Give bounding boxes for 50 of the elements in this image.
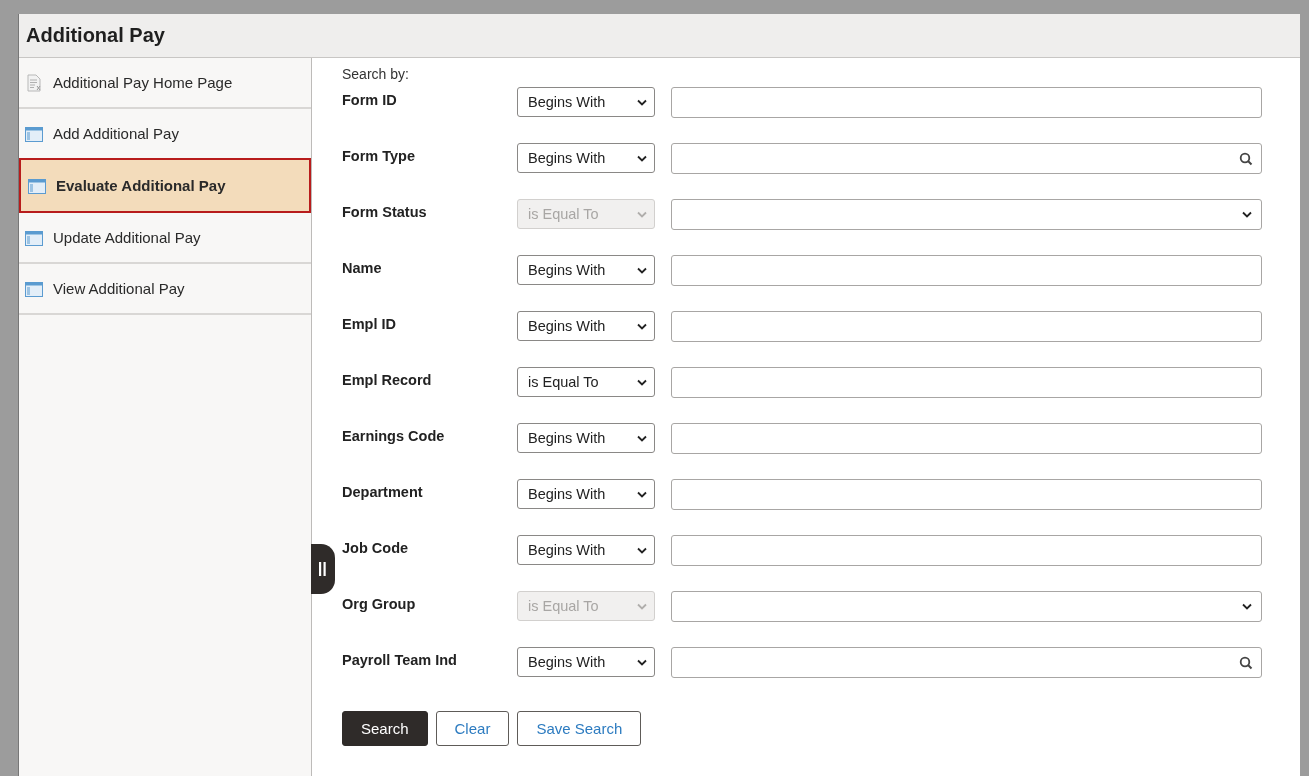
chevron-icon	[1241, 209, 1253, 220]
value-dropdown[interactable]	[671, 591, 1262, 622]
field-label: Org Group	[342, 595, 417, 612]
chevron-icon	[1241, 601, 1253, 612]
value-dropdown[interactable]	[671, 199, 1262, 230]
search-icon	[1239, 151, 1253, 166]
operator-dropdown[interactable]: Begins With	[517, 87, 655, 117]
sidebar-item[interactable]: Additional Pay Home Page	[19, 58, 311, 109]
window-icon	[28, 176, 46, 195]
field-label: Empl ID	[342, 315, 397, 332]
sidebar-item[interactable]: View Additional Pay	[19, 264, 311, 315]
input-field[interactable]	[671, 87, 1262, 118]
field-label: Payroll Team Ind	[342, 651, 458, 668]
action-button[interactable]: Save Search	[517, 711, 642, 746]
field-label: Form ID	[342, 91, 398, 108]
operator-dropdown[interactable]: Begins With	[517, 647, 655, 677]
field-label: Name	[342, 259, 383, 276]
field-label: Form Status	[342, 203, 428, 220]
operator-dropdown[interactable]: Begins With	[517, 255, 655, 285]
lookup-field[interactable]	[671, 647, 1262, 678]
operator-dropdown[interactable]: Begins With	[517, 423, 655, 453]
input-field[interactable]	[671, 535, 1262, 566]
field-label: Department	[342, 483, 424, 500]
operator-dropdown[interactable]: Begins With	[517, 479, 655, 509]
field-label: Empl Record	[342, 371, 433, 388]
action-button[interactable]: Clear	[435, 711, 510, 746]
window-icon	[25, 279, 43, 298]
sidebar-item[interactable]: Update Additional Pay	[19, 213, 311, 264]
input-field[interactable]	[671, 423, 1262, 454]
operator-dropdown[interactable]: Begins With	[517, 311, 655, 341]
operator-dropdown[interactable]: Begins With	[517, 143, 655, 173]
operator-dropdown[interactable]: is Equal To	[517, 367, 655, 397]
field-label: Form Type	[342, 147, 417, 164]
window-icon	[25, 228, 43, 247]
field-label: Earnings Code	[342, 427, 446, 444]
search-button[interactable]: Search	[342, 711, 428, 746]
document-icon	[25, 73, 43, 92]
lookup-field[interactable]	[671, 143, 1262, 174]
field-label: Job Code	[342, 539, 410, 556]
input-field[interactable]	[671, 479, 1262, 510]
sidebar-item[interactable]: Evaluate Additional Pay	[19, 158, 311, 213]
search-by-label: Search by:	[342, 66, 410, 84]
operator-dropdown[interactable]: Begins With	[517, 535, 655, 565]
window-title: Additional Pay	[26, 24, 165, 47]
input-field[interactable]	[671, 255, 1262, 286]
window-icon	[25, 124, 43, 143]
search-icon	[1239, 655, 1253, 670]
input-field[interactable]	[671, 367, 1262, 398]
collapse-handle[interactable]	[311, 544, 335, 594]
input-field[interactable]	[671, 311, 1262, 342]
